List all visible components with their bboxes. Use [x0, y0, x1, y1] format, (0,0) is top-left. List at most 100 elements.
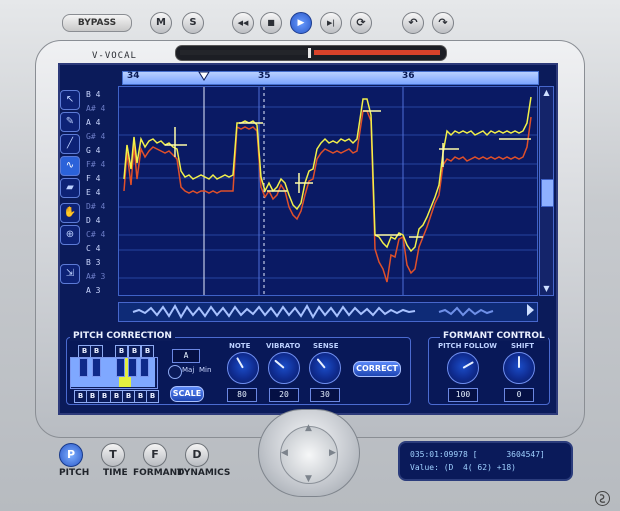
scroll-up-icon[interactable]: ▲ [540, 87, 553, 99]
rewind-icon: ◀◀ [237, 19, 249, 27]
note-targets [165, 110, 531, 238]
play-icon: ▶ [297, 18, 305, 28]
sense-value[interactable]: 30 [310, 388, 340, 402]
timeline-ruler[interactable]: 34 35 36 [122, 71, 539, 85]
tab-pitch[interactable]: P [59, 443, 83, 467]
tab-time[interactable]: T [101, 443, 125, 467]
note-label: A# 3 [86, 272, 106, 281]
navigation-pad[interactable]: ▲ ▼ ◀ ▶ [258, 409, 360, 497]
stop-icon: ■ [267, 18, 275, 27]
pitch-curves [119, 87, 537, 295]
solo-button[interactable]: S [182, 12, 204, 34]
sense-knob[interactable] [309, 352, 341, 384]
pitch-follow-value[interactable]: 100 [448, 388, 478, 402]
note-knob[interactable] [227, 352, 259, 384]
mute-button[interactable]: M [150, 12, 172, 34]
nav-up-icon[interactable]: ▲ [305, 423, 312, 433]
vertical-scrollbar[interactable]: ▲ ▼ [539, 86, 554, 296]
note-label: F# 4 [86, 160, 106, 169]
redo-button[interactable]: ↷ [432, 12, 454, 34]
undo-button[interactable]: ↶ [402, 12, 424, 34]
pitch-grid[interactable] [118, 86, 538, 296]
note-label: A# 4 [86, 104, 106, 113]
pitch-follow-label: PITCH FOLLOW [438, 342, 498, 350]
note-label: G 4 [86, 146, 101, 155]
note-label: D 4 [86, 216, 101, 225]
shift-knob[interactable] [503, 352, 535, 384]
pitch-gridlines [119, 106, 537, 279]
corrected-pitch-curve [123, 96, 532, 253]
tab-formant[interactable]: F [143, 443, 167, 467]
tab-formant-label: FORMANT [133, 468, 184, 478]
note-value[interactable]: 80 [227, 388, 257, 402]
info-display: 035:01:09978 [ 3604547] Value: (D 4( 62)… [398, 441, 573, 481]
top-toolbar: BYPASS M S ◀◀ ■ ▶ ▶| ⟳ ↶ ↷ [0, 0, 620, 40]
wave-right-icon[interactable] [525, 300, 537, 320]
pencil-icon[interactable]: ✎ [60, 112, 80, 132]
original-pitch-curve [123, 110, 532, 283]
tab-dynamics-label: DYNAMICS [177, 468, 231, 478]
playhead-icon[interactable] [198, 71, 210, 83]
play-button[interactable]: ▶ [290, 12, 312, 34]
undo-icon: ↶ [408, 16, 418, 29]
bar-36: 36 [402, 71, 415, 81]
key-mark[interactable]: B [146, 390, 159, 403]
skip-icon: ▶| [327, 19, 335, 27]
arrow-icon[interactable]: ↖ [60, 90, 80, 110]
tab-dynamics[interactable]: D [185, 443, 209, 467]
hand-icon[interactable]: ✋ [60, 203, 80, 223]
waveform-overview[interactable] [118, 302, 538, 322]
line-icon[interactable]: ╱ [60, 134, 80, 154]
app-window: BYPASS M S ◀◀ ■ ▶ ▶| ⟳ ↶ ↷ V-VOCAL ↖ ✎ ╱… [0, 0, 620, 511]
shift-value[interactable]: 0 [504, 388, 534, 402]
note-label: F 4 [86, 174, 101, 183]
tab-time-label: TIME [103, 468, 128, 478]
fit-icon[interactable]: ⇲ [60, 264, 80, 284]
pitch-follow-knob[interactable] [447, 352, 479, 384]
scale-button[interactable]: SCALE [170, 386, 204, 402]
level-meter [175, 45, 447, 61]
zoom-icon[interactable]: ⊕ [60, 225, 80, 245]
sense-label: SENSE [313, 342, 339, 350]
bar-35: 35 [258, 71, 271, 81]
note-label: C# 4 [86, 230, 106, 239]
black-key[interactable] [128, 358, 137, 377]
black-key[interactable] [79, 358, 88, 377]
rewind-button[interactable]: ◀◀ [232, 12, 254, 34]
black-key[interactable] [140, 358, 149, 377]
skip-button[interactable]: ▶| [320, 12, 342, 34]
vibrato-value[interactable]: 20 [269, 388, 299, 402]
nav-down-icon[interactable]: ▼ [305, 474, 312, 484]
loop-button[interactable]: ⟳ [350, 12, 372, 34]
scroll-thumb[interactable] [541, 179, 554, 207]
note-axis: B 4 A# 4 A 4 G# 4 G 4 F# 4 F 4 E 4 D# 4 D 4 C# 4 C … [86, 86, 116, 295]
black-key[interactable] [92, 358, 101, 377]
maj-radio[interactable] [168, 365, 182, 379]
vibrato-icon[interactable]: ∿ [60, 156, 80, 176]
note-label: E 4 [86, 188, 101, 197]
vibrato-knob[interactable] [268, 352, 300, 384]
black-key[interactable] [116, 358, 125, 377]
loop-icon: ⟳ [356, 16, 366, 29]
note-label: NOTE [229, 342, 251, 350]
meter-left [180, 50, 308, 55]
stop-button[interactable]: ■ [260, 12, 282, 34]
scroll-down-icon[interactable]: ▼ [540, 283, 553, 295]
note-label: B 4 [86, 90, 101, 99]
nav-left-icon[interactable]: ◀ [281, 448, 288, 458]
nav-right-icon[interactable]: ▶ [329, 448, 336, 458]
meter-marker [308, 48, 311, 58]
note-label: A 3 [86, 286, 101, 295]
scale-keyboard[interactable] [70, 357, 158, 389]
vibrato-label: VIBRATO [266, 342, 301, 350]
eraser-icon[interactable]: ▰ [60, 178, 80, 198]
app-title: V-VOCAL [92, 51, 137, 61]
formant-control-title: FORMANT CONTROL [440, 331, 548, 341]
min-label: Min [199, 366, 212, 374]
bypass-button[interactable]: BYPASS [62, 14, 132, 32]
bar-34: 34 [127, 71, 140, 81]
note-label: G# 4 [86, 132, 106, 141]
meter-right [314, 50, 440, 55]
correct-button[interactable]: CORRECT [353, 361, 401, 377]
key-selector[interactable]: A [172, 349, 200, 363]
